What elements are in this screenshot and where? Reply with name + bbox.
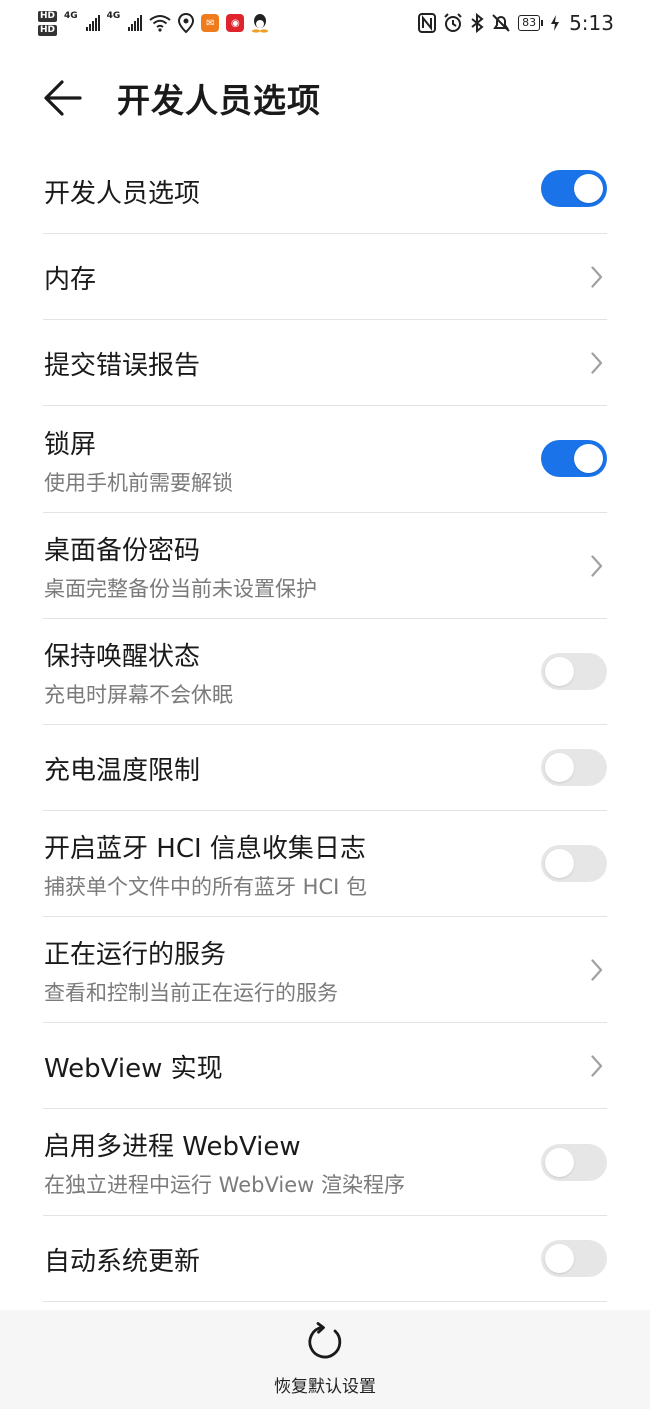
charging-icon — [551, 15, 560, 31]
setting-subtitle: 充电时屏幕不会休眠 — [44, 683, 233, 707]
settings-list: 开发人员选项 内存 提交错误报告 锁屏 使用手机前需要解锁 桌面备份密码 桌面完… — [0, 148, 650, 1302]
status-bar-right: 83 5:13 — [418, 11, 614, 35]
setting-title: 自动系统更新 — [44, 1247, 201, 1277]
location-icon — [178, 13, 195, 33]
setting-title: 提交错误报告 — [44, 351, 201, 381]
battery-level: 83 — [518, 15, 541, 31]
nfc-icon — [418, 13, 437, 33]
back-button[interactable] — [40, 74, 90, 124]
setting-running-services[interactable]: 正在运行的服务 查看和控制当前正在运行的服务 — [43, 917, 607, 1023]
hd-badge-2: HD — [38, 24, 58, 36]
setting-title: 桌面备份密码 — [44, 536, 201, 566]
app-header: 开发人员选项 — [0, 60, 650, 136]
status-bar: HD HD 4G 4G ✉ ◉ 83 5:13 — [0, 0, 650, 46]
restore-defaults-button[interactable]: 恢复默认设置 — [260, 1322, 390, 1404]
setting-title: 开启蓝牙 HCI 信息收集日志 — [44, 834, 366, 864]
page-title: 开发人员选项 — [117, 81, 321, 120]
arrow-left-icon — [44, 80, 82, 116]
setting-lock-screen[interactable]: 锁屏 使用手机前需要解锁 — [43, 406, 607, 513]
bluetooth-icon — [471, 13, 484, 33]
setting-subtitle: 使用手机前需要解锁 — [44, 471, 233, 495]
hd-badge-1: HD — [38, 10, 58, 22]
setting-charging-temperature-limit[interactable]: 充电温度限制 — [43, 725, 607, 811]
toggle-knob — [545, 1148, 574, 1177]
charging-temperature-toggle[interactable] — [541, 749, 607, 786]
alarm-icon — [444, 13, 462, 32]
lock-screen-toggle[interactable] — [541, 440, 607, 477]
setting-subtitle: 在独立进程中运行 WebView 渲染程序 — [44, 1173, 405, 1197]
setting-title: 锁屏 — [44, 430, 97, 460]
setting-title: 充电温度限制 — [44, 756, 201, 786]
footer-bar: 恢复默认设置 — [0, 1310, 650, 1409]
weibo-icon: ◉ — [226, 14, 245, 32]
setting-title: 正在运行的服务 — [44, 940, 227, 970]
setting-subtitle: 查看和控制当前正在运行的服务 — [44, 981, 338, 1005]
toggle-knob — [545, 1244, 574, 1273]
wifi-icon — [149, 15, 171, 32]
setting-bluetooth-hci-log[interactable]: 开启蓝牙 HCI 信息收集日志 捕获单个文件中的所有蓝牙 HCI 包 — [43, 811, 607, 917]
refresh-icon — [308, 1322, 342, 1359]
restore-defaults-label: 恢复默认设置 — [274, 1377, 376, 1397]
mute-icon — [492, 14, 510, 32]
developer-options-toggle[interactable] — [541, 170, 607, 207]
setting-title: 开发人员选项 — [44, 179, 201, 209]
signal-icon — [85, 15, 100, 31]
setting-desktop-backup-password[interactable]: 桌面备份密码 桌面完整备份当前未设置保护 — [43, 513, 607, 619]
toggle-knob — [574, 174, 603, 203]
qq-icon — [252, 14, 269, 33]
signal-icon — [128, 15, 143, 31]
setting-title: WebView 实现 — [44, 1054, 223, 1084]
setting-memory[interactable]: 内存 — [43, 234, 607, 320]
status-bar-left: HD HD 4G 4G ✉ ◉ — [38, 10, 269, 36]
toggle-knob — [545, 849, 574, 878]
toggle-knob — [574, 444, 603, 473]
chevron-right-icon — [591, 266, 603, 288]
stay-awake-toggle[interactable] — [541, 653, 607, 690]
auto-system-update-toggle[interactable] — [541, 1240, 607, 1277]
battery-tip — [541, 20, 544, 26]
setting-subtitle: 捕获单个文件中的所有蓝牙 HCI 包 — [44, 875, 367, 899]
setting-subtitle: 桌面完整备份当前未设置保护 — [44, 577, 317, 601]
chevron-right-icon — [591, 352, 603, 374]
chevron-right-icon — [591, 959, 603, 981]
chevron-right-icon — [591, 555, 603, 577]
network-type-1: 4G — [64, 10, 78, 21]
setting-webview-implementation[interactable]: WebView 实现 — [43, 1023, 607, 1109]
toggle-knob — [545, 657, 574, 686]
setting-auto-system-update[interactable]: 自动系统更新 — [43, 1216, 607, 1302]
setting-stay-awake[interactable]: 保持唤醒状态 充电时屏幕不会休眠 — [43, 619, 607, 725]
chevron-right-icon — [591, 1055, 603, 1077]
setting-developer-options[interactable]: 开发人员选项 — [43, 148, 607, 234]
app-notification-icon: ✉ — [201, 14, 220, 32]
setting-multiprocess-webview[interactable]: 启用多进程 WebView 在独立进程中运行 WebView 渲染程序 — [43, 1109, 607, 1216]
hd-indicator: HD HD — [38, 10, 58, 36]
clock: 5:13 — [569, 11, 614, 35]
setting-bug-report[interactable]: 提交错误报告 — [43, 320, 607, 406]
battery-indicator: 83 — [518, 15, 544, 31]
setting-title: 内存 — [44, 265, 97, 295]
bluetooth-hci-log-toggle[interactable] — [541, 845, 607, 882]
setting-title: 启用多进程 WebView — [44, 1132, 301, 1162]
setting-title: 保持唤醒状态 — [44, 642, 201, 672]
multiprocess-webview-toggle[interactable] — [541, 1144, 607, 1181]
network-type-2: 4G — [106, 10, 121, 21]
toggle-knob — [545, 753, 574, 782]
